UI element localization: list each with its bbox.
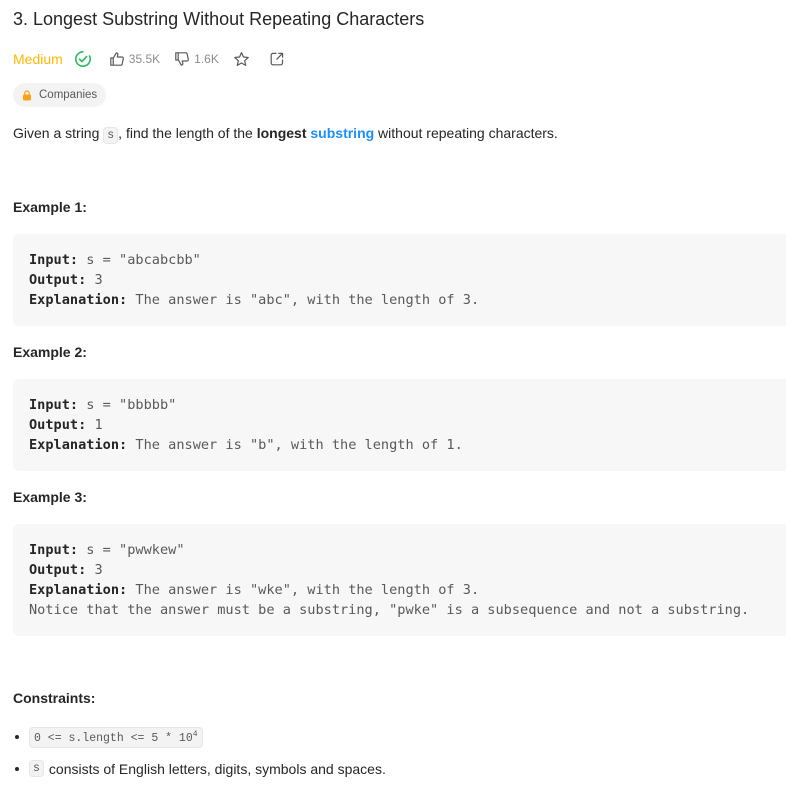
example-3-output-line: Output: 3 <box>29 560 786 580</box>
problem-description: Given a string s, find the length of the… <box>13 124 558 145</box>
example-2-block: Input: s = "bbbbb" Output: 1 Explanation: … <box>13 379 786 471</box>
desc-bold: longest <box>256 125 307 141</box>
input-label: Input: <box>29 252 79 268</box>
example-1-explanation-line: Explanation: The answer is "abc", with t… <box>29 290 786 310</box>
example-2-explanation-line: Explanation: The answer is "b", with the… <box>29 435 786 455</box>
share-icon[interactable] <box>269 51 285 67</box>
constraint-1-expression: 0 <= s.length <= 5 * 10 <box>34 731 193 745</box>
thumbs-down-icon[interactable] <box>174 51 190 67</box>
example-3-explanation-line: Explanation: The answer is "wke", with t… <box>29 580 786 600</box>
explanation-value: The answer is "wke", with the length of … <box>127 582 480 598</box>
desc-text: Given a string <box>13 125 104 141</box>
explanation-value: The answer is "abc", with the length of … <box>127 292 480 308</box>
star-icon[interactable] <box>233 51 250 68</box>
lock-icon <box>22 89 32 101</box>
companies-tag[interactable]: Companies <box>13 83 107 107</box>
explanation-value: The answer is "b", with the length of 1. <box>127 437 463 453</box>
input-value: s = "pwwkew" <box>78 542 185 558</box>
explanation-label: Explanation: <box>29 292 128 308</box>
example-1-block: Input: s = "abcabcbb" Output: 3 Explanatio… <box>13 234 786 326</box>
input-value: s = "bbbbb" <box>78 397 177 413</box>
desc-text: without repeating characters. <box>374 125 558 141</box>
explanation-label: Explanation: <box>29 437 128 453</box>
var-s-code: s <box>103 127 119 144</box>
example-2-title: Example 2: <box>13 344 87 360</box>
constraint-2-text: consists of English letters, digits, sym… <box>48 760 386 777</box>
substring-link[interactable]: substring <box>310 125 374 141</box>
desc-text: , find the length of the <box>118 125 257 141</box>
output-value: 3 <box>86 562 103 578</box>
explanation-label: Explanation: <box>29 582 128 598</box>
example-3-note-line: Notice that the answer must be a substri… <box>29 602 750 618</box>
bullet-dot <box>15 766 19 771</box>
difficulty-badge: Medium <box>13 51 63 67</box>
output-label: Output: <box>29 417 87 433</box>
constraints-title: Constraints: <box>13 690 96 706</box>
example-1-title: Example 1: <box>13 199 87 215</box>
input-value: s = "abcabcbb" <box>78 252 201 268</box>
thumbs-up-icon[interactable] <box>109 51 125 67</box>
problem-title: 3. Longest Substring Without Repeating C… <box>13 9 425 29</box>
solved-check-icon <box>74 50 92 68</box>
constraint-item-1: 0 <= s.length <= 5 * 104 <box>13 727 203 748</box>
constraint-item-2: s consists of English letters, digits, s… <box>13 760 386 777</box>
input-label: Input: <box>29 397 79 413</box>
dislikes-count[interactable]: 1.6K <box>194 52 219 66</box>
output-label: Output: <box>29 272 87 288</box>
constraint-2-code: s <box>29 760 44 777</box>
example-1-output-line: Output: 3 <box>29 270 786 290</box>
companies-label: Companies <box>39 89 98 101</box>
example-3-block: Input: s = "pwwkew" Output: 3 Explanation:… <box>13 524 786 636</box>
problem-meta-bar: Medium 35.5K 1.6K <box>13 48 285 70</box>
example-3-title: Example 3: <box>13 489 87 505</box>
example-2-output-line: Output: 1 <box>29 415 786 435</box>
constraint-1-exponent: 4 <box>192 730 198 739</box>
input-label: Input: <box>29 542 79 558</box>
likes-count[interactable]: 35.5K <box>129 52 160 66</box>
output-value: 1 <box>86 417 103 433</box>
bullet-dot <box>15 735 19 740</box>
example-1-input-line: Input: s = "abcabcbb" <box>29 250 786 270</box>
example-2-input-line: Input: s = "bbbbb" <box>29 395 786 415</box>
output-value: 3 <box>86 272 103 288</box>
example-3-input-line: Input: s = "pwwkew" <box>29 540 786 560</box>
output-label: Output: <box>29 562 87 578</box>
constraint-1-code: 0 <= s.length <= 5 * 104 <box>29 727 203 748</box>
